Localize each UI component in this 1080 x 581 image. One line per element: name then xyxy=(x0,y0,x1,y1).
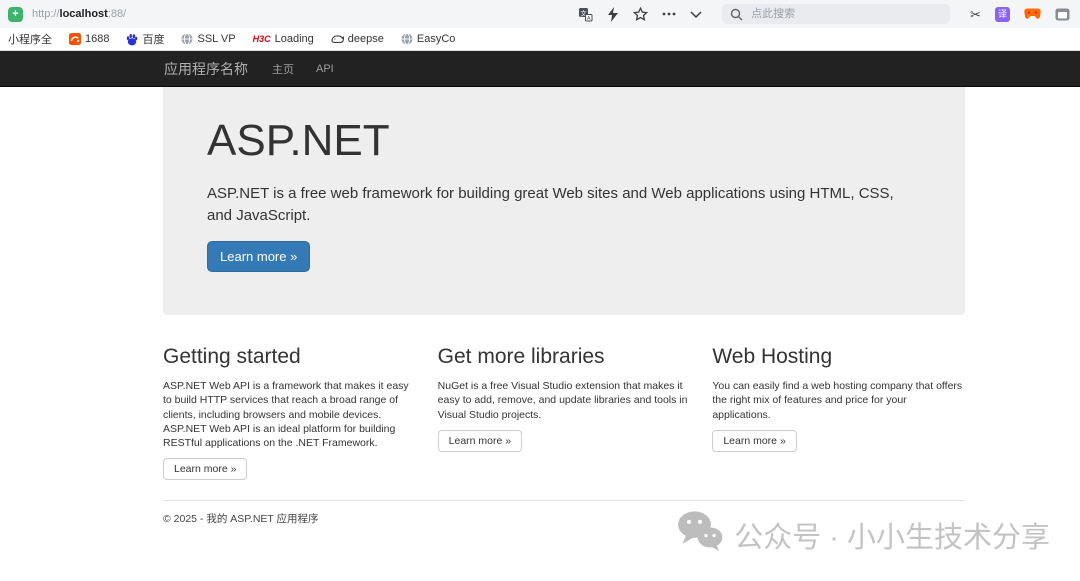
column-get-more-libraries: Get more libraries NuGet is a free Visua… xyxy=(438,345,691,480)
jumbotron-description: ASP.NET is a free web framework for buil… xyxy=(207,183,919,227)
nav-link-home[interactable]: 主页 xyxy=(272,61,294,77)
chevron-down-icon[interactable] xyxy=(690,11,702,18)
column-text: ASP.NET Web API is a framework that make… xyxy=(163,379,416,450)
screenshot-scissors-icon[interactable]: ✂ xyxy=(970,8,981,21)
bookmark-item[interactable]: 小程序全 xyxy=(8,31,52,47)
column-text: You can easily find a web hosting compan… xyxy=(712,379,965,422)
address-bar[interactable]: http://localhost:88/ xyxy=(32,8,126,20)
column-getting-started: Getting started ASP.NET Web API is a fra… xyxy=(163,345,416,480)
page-body: ASP.NET ASP.NET is a free web framework … xyxy=(0,87,1080,580)
search-icon xyxy=(730,8,743,21)
jumbotron: ASP.NET ASP.NET is a free web framework … xyxy=(163,87,965,315)
game-center-icon[interactable] xyxy=(1024,8,1041,20)
favorite-star-icon[interactable] xyxy=(633,7,648,22)
alibaba-1688-icon xyxy=(69,33,81,45)
url-host: localhost xyxy=(60,8,108,20)
page-title: ASP.NET xyxy=(207,117,921,165)
bookmark-label: EasyCo xyxy=(417,33,456,45)
url-port: :88/ xyxy=(108,8,126,20)
bookmarks-bar: 小程序全 1688 百度 SSL VP H3C Loading xyxy=(0,28,1080,51)
feature-columns: Getting started ASP.NET Web API is a fra… xyxy=(163,345,965,480)
column-title: Web Hosting xyxy=(712,345,965,369)
bookmark-label: SSL VP xyxy=(197,33,235,45)
bookmark-label: 1688 xyxy=(85,33,109,45)
bookmark-item[interactable]: EasyCo xyxy=(401,33,456,45)
browser-toolbar: + http://localhost:88/ 文A xyxy=(0,0,1080,28)
translate-extension-icon[interactable]: 译 xyxy=(995,7,1010,22)
translate-page-icon[interactable]: 文A xyxy=(578,7,593,22)
learn-more-button[interactable]: Learn more » xyxy=(438,430,522,452)
watermark-text: 公众号 · 小小生技术分享 xyxy=(734,514,1050,556)
search-input[interactable] xyxy=(749,7,942,21)
browser-window: + http://localhost:88/ 文A xyxy=(0,0,1080,581)
content-container: ASP.NET ASP.NET is a free web framework … xyxy=(163,87,965,526)
column-text: NuGet is a free Visual Studio extension … xyxy=(438,379,691,422)
bookmark-item[interactable]: 百度 xyxy=(126,31,164,47)
bookmark-item[interactable]: 1688 xyxy=(69,33,109,45)
more-menu-icon[interactable] xyxy=(662,12,676,16)
bookmark-label: Loading xyxy=(275,33,314,45)
bookmark-item[interactable]: deepse xyxy=(331,33,384,45)
learn-more-primary-button[interactable]: Learn more » xyxy=(207,241,310,272)
watermark: 公众号 · 小小生技术分享 xyxy=(676,510,1050,560)
h3c-logo-icon: H3C xyxy=(253,34,271,44)
bookmark-item[interactable]: H3C Loading xyxy=(253,33,314,45)
workspace-icon[interactable] xyxy=(1055,8,1070,21)
learn-more-button[interactable]: Learn more » xyxy=(712,430,796,452)
globe-icon xyxy=(401,33,413,45)
column-title: Getting started xyxy=(163,345,416,369)
bookmark-label: 百度 xyxy=(142,31,164,47)
globe-icon xyxy=(181,33,193,45)
learn-more-button[interactable]: Learn more » xyxy=(163,458,247,480)
svg-text:A: A xyxy=(587,15,591,21)
site-safety-icon[interactable]: + xyxy=(8,7,23,22)
flash-icon[interactable] xyxy=(607,7,619,22)
navbar-brand[interactable]: 应用程序名称 xyxy=(164,59,248,79)
site-navbar: 应用程序名称 主页 API xyxy=(0,51,1080,87)
url-scheme: http:// xyxy=(32,8,60,20)
footer-divider xyxy=(163,500,965,501)
bookmark-label: 小程序全 xyxy=(8,31,52,47)
column-web-hosting: Web Hosting You can easily find a web ho… xyxy=(712,345,965,480)
bookmark-item[interactable]: SSL VP xyxy=(181,33,235,45)
nav-link-api[interactable]: API xyxy=(316,63,334,75)
baidu-paw-icon xyxy=(126,33,138,46)
column-title: Get more libraries xyxy=(438,345,691,369)
toolbar-search[interactable] xyxy=(722,4,950,24)
wechat-icon xyxy=(676,510,724,560)
whale-icon xyxy=(331,34,344,45)
bookmark-label: deepse xyxy=(348,33,384,45)
